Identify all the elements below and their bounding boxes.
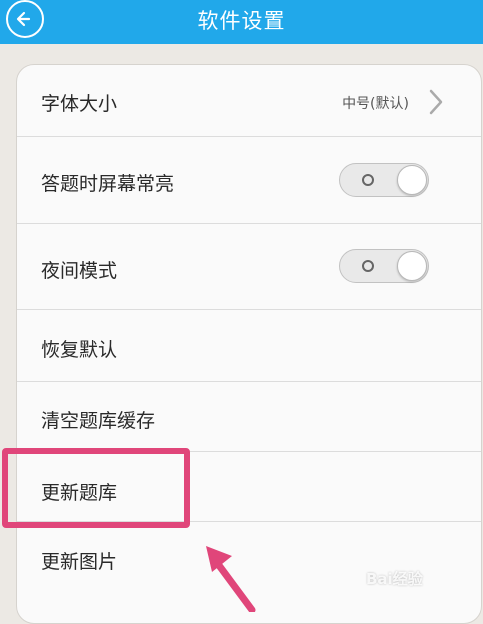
toggle-knob: [397, 165, 427, 195]
font-size-row[interactable]: 字体大小 中号(默认): [17, 65, 481, 137]
restore-default-row[interactable]: 恢复默认: [17, 310, 481, 382]
toggle-off-indicator-icon: [362, 260, 374, 272]
font-size-label: 字体大小: [41, 93, 118, 115]
toggle-knob: [397, 251, 427, 281]
night-mode-toggle[interactable]: [339, 249, 429, 283]
update-images-label: 更新图片: [41, 551, 118, 573]
pointer-arrow-icon: [206, 546, 256, 612]
header-bar: 软件设置: [0, 0, 483, 44]
night-mode-label: 夜间模式: [41, 260, 118, 282]
chevron-right-icon: [429, 89, 443, 115]
screen-on-toggle[interactable]: [339, 163, 429, 197]
toggle-off-indicator-icon: [362, 174, 374, 186]
font-size-value: 中号(默认): [342, 96, 409, 112]
clear-cache-label: 清空题库缓存: [41, 410, 156, 432]
night-mode-row: 夜间模式: [17, 224, 481, 310]
page-title: 软件设置: [197, 9, 286, 33]
highlight-box: [2, 448, 190, 528]
screen-on-label: 答题时屏幕常亮: [41, 173, 175, 195]
screen-on-row: 答题时屏幕常亮: [17, 137, 481, 224]
restore-default-label: 恢复默认: [41, 339, 118, 361]
watermark: Bai经验: [366, 570, 423, 588]
clear-cache-row[interactable]: 清空题库缓存: [17, 382, 481, 452]
